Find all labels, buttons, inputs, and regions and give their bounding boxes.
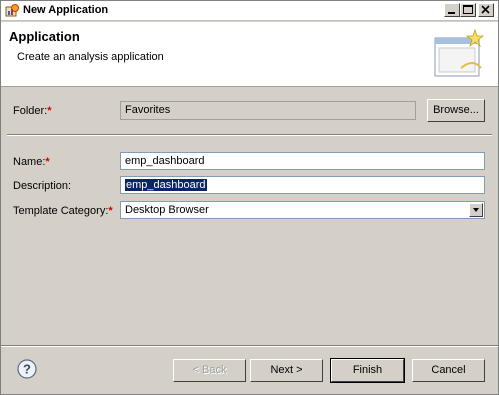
- help-icon[interactable]: ?: [17, 359, 37, 379]
- description-selected-text: emp_dashboard: [125, 179, 207, 191]
- description-label: Description:: [13, 180, 72, 192]
- folder-label: Folder:*: [13, 105, 52, 117]
- browse-button[interactable]: Browse...: [427, 99, 485, 122]
- required-marker: *: [45, 156, 50, 168]
- cancel-button[interactable]: Cancel: [412, 359, 485, 382]
- close-button[interactable]: [478, 3, 494, 17]
- description-input[interactable]: emp_dashboard: [120, 176, 485, 194]
- back-button[interactable]: < Back: [173, 359, 246, 382]
- new-application-dialog: New Application Application Create an an…: [0, 0, 499, 395]
- new-application-banner-icon: [434, 28, 485, 77]
- name-label: Name:*: [13, 156, 50, 168]
- title-bar[interactable]: New Application: [1, 1, 498, 21]
- svg-text:?: ?: [23, 362, 31, 377]
- page-subtitle: Create an analysis application: [17, 51, 164, 63]
- folder-field[interactable]: Favorites: [120, 101, 416, 120]
- template-category-label: Template Category:*: [13, 205, 113, 217]
- required-marker: *: [47, 105, 52, 117]
- dropdown-button[interactable]: [469, 203, 483, 217]
- form-separator: [7, 134, 492, 136]
- required-marker: *: [108, 205, 113, 217]
- close-icon: [481, 5, 490, 14]
- maximize-button[interactable]: [460, 3, 476, 17]
- application-icon: [5, 4, 19, 17]
- chevron-down-icon: [473, 208, 479, 212]
- template-category-value: Desktop Browser: [125, 204, 209, 216]
- window-title: New Application: [23, 4, 109, 16]
- page-title: Application: [9, 29, 80, 44]
- wizard-header: Application Create an analysis applicati…: [1, 22, 498, 87]
- next-button[interactable]: Next >: [250, 359, 323, 382]
- name-input[interactable]: emp_dashboard: [120, 152, 485, 170]
- finish-button[interactable]: Finish: [330, 358, 405, 383]
- minimize-icon: [448, 12, 455, 14]
- template-category-select[interactable]: Desktop Browser: [120, 201, 485, 219]
- footer-separator: [1, 345, 498, 347]
- maximize-icon: [463, 5, 473, 14]
- minimize-button[interactable]: [444, 3, 460, 17]
